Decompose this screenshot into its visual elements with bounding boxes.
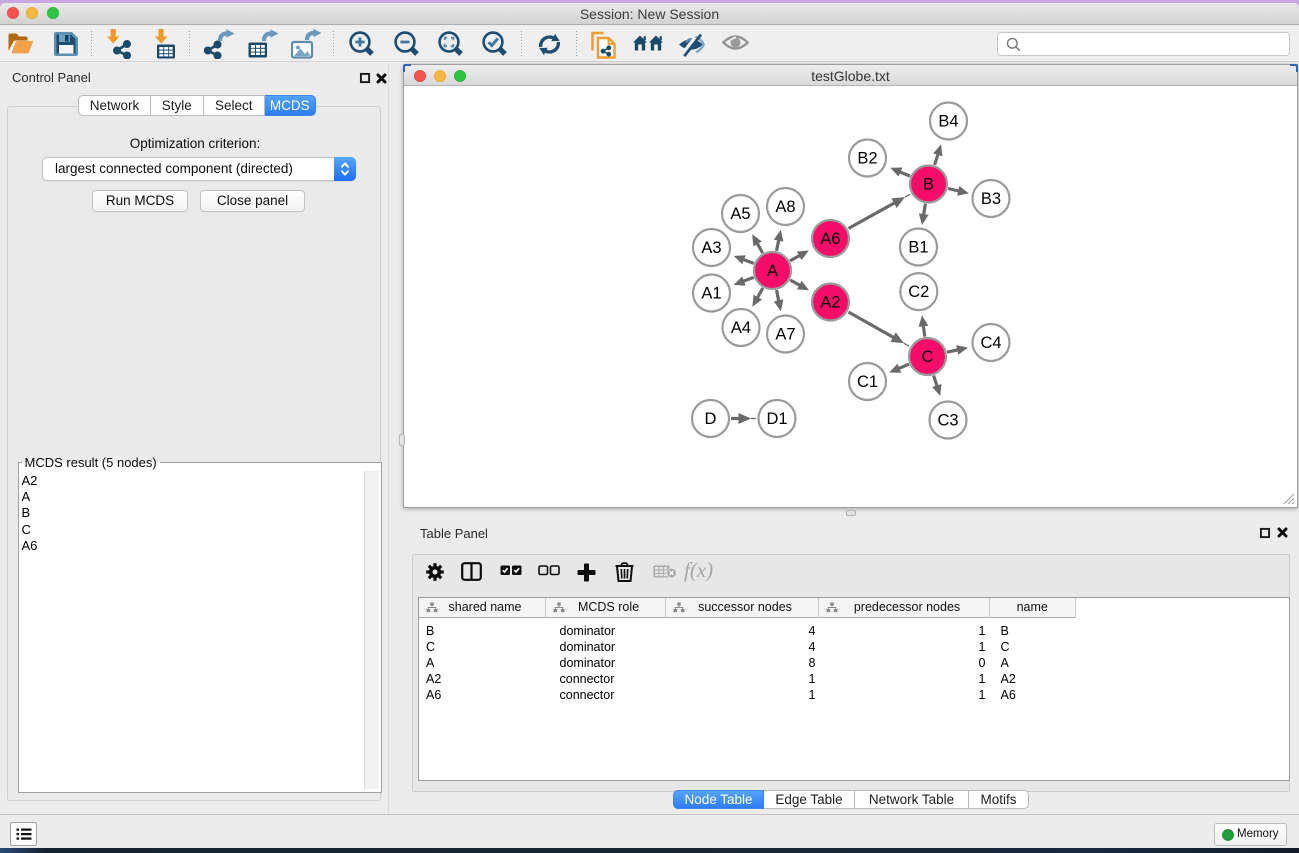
svg-text:A6: A6 [820, 230, 840, 248]
svg-text:C1: C1 [857, 373, 878, 391]
svg-text:C3: C3 [937, 412, 958, 430]
svg-text:B2: B2 [857, 150, 877, 168]
svg-text:D1: D1 [766, 410, 787, 428]
svg-text:C2: C2 [908, 283, 929, 301]
svg-text:A8: A8 [775, 198, 795, 216]
svg-text:A3: A3 [701, 239, 721, 257]
svg-text:A2: A2 [820, 294, 840, 312]
svg-text:C: C [922, 348, 934, 366]
svg-text:A1: A1 [701, 285, 721, 303]
svg-text:B: B [923, 176, 934, 194]
svg-text:A5: A5 [730, 205, 750, 223]
svg-text:B3: B3 [981, 190, 1001, 208]
svg-text:B4: B4 [938, 113, 958, 131]
svg-text:A7: A7 [775, 326, 795, 344]
svg-text:C4: C4 [980, 334, 1001, 352]
svg-text:B1: B1 [908, 239, 928, 257]
svg-text:A: A [767, 262, 778, 280]
svg-text:A4: A4 [731, 319, 751, 337]
svg-text:D: D [705, 410, 717, 428]
